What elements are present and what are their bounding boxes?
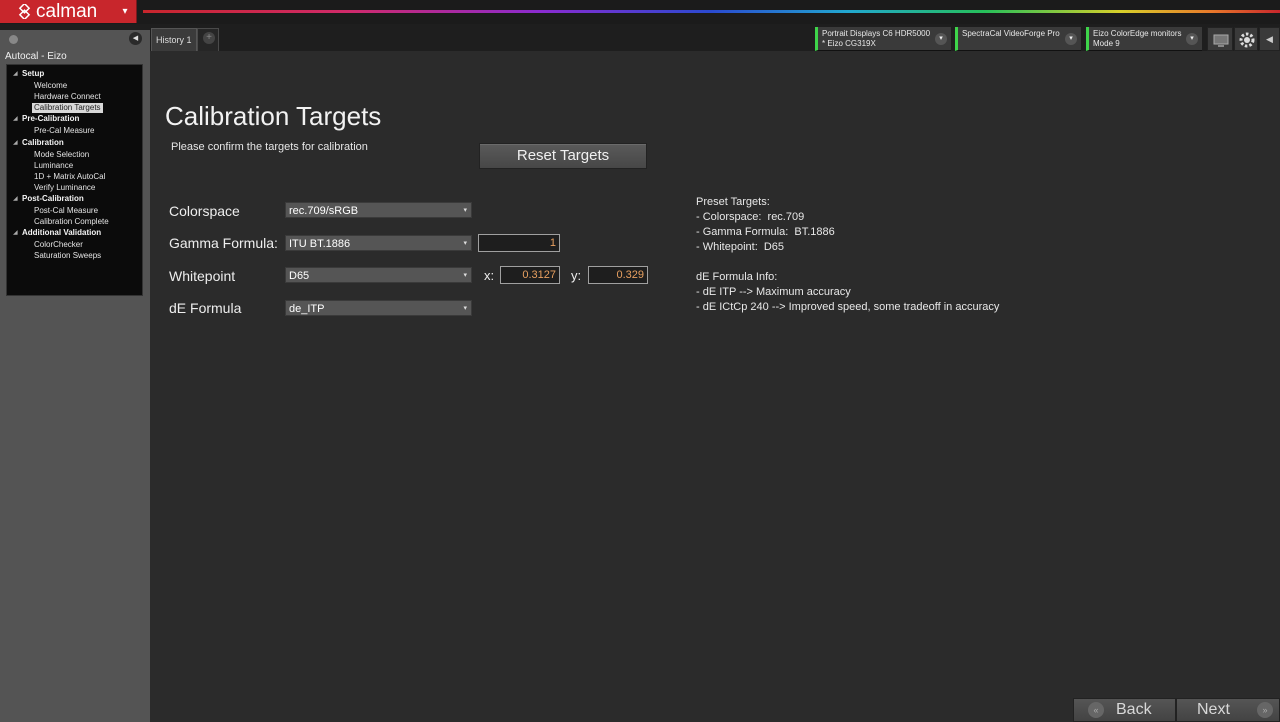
info-line: - Whitepoint: D65 [696,241,785,253]
expand-arrow-icon[interactable]: ◢ [13,114,18,124]
workflow-item-calibration-targets[interactable]: Calibration Targets [32,103,103,113]
info-line-blank [696,255,999,270]
device-display-name: Eizo ColorEdge monitors [1093,29,1182,38]
workflow-group-post-calibration[interactable]: Post-Calibration [22,194,84,204]
workflow-item-mode-selection[interactable]: Mode Selection [32,150,91,160]
back-label: Back [1116,701,1152,718]
workflow-item-pre-cal-measure[interactable]: Pre-Cal Measure [32,126,96,136]
collapse-panel-button[interactable]: ◀ [1259,27,1280,51]
workflow-group-calibration[interactable]: Calibration [22,138,64,148]
device-display-mode: Mode 9 [1093,39,1120,48]
plus-icon: + [203,32,215,44]
chevron-down-icon[interactable]: ▾ [935,33,947,45]
sidebar-toolbar: ◀ [0,30,150,48]
de-formula-label: dE Formula [169,300,242,316]
calman-logo-text: calman [36,1,98,22]
calman-diamond-icon [18,4,31,19]
info-line: - dE ICtCp 240 --> Improved speed, some … [696,301,1000,313]
settings-button[interactable] [1234,27,1258,51]
colorspace-value: rec.709/sRGB [289,205,359,217]
gear-icon [1239,32,1255,48]
workflow-item-welcome[interactable]: Welcome [32,81,69,91]
monitor-button[interactable] [1207,27,1233,51]
tab-history-1[interactable]: History 1 [151,28,197,51]
chevron-down-icon: ▾ [463,240,467,247]
workflow-tree: ◢ Setup Welcome Hardware Connect Calibra… [6,64,143,296]
info-line: - Gamma Formula: BT.1886 [696,226,835,238]
expand-arrow-icon[interactable]: ◢ [13,194,18,204]
main-content: Calibration Targets Please confirm the t… [150,51,1280,722]
page-subtitle: Please confirm the targets for calibrati… [171,141,368,153]
next-label: Next [1197,701,1230,718]
calman-menu-button[interactable]: calman ▾ [0,0,137,23]
workflow-sidebar: ◀ Autocal - Eizo ◢ Setup Welcome Hardwar… [0,30,150,722]
info-line: dE Formula Info: [696,271,778,283]
info-line: - Colorspace: rec.709 [696,211,805,223]
preset-targets-info: Preset Targets: - Colorspace: rec.709 - Ga… [696,195,999,315]
workflow-item-colorchecker[interactable]: ColorChecker [32,240,85,250]
info-line: Preset Targets: [696,196,770,208]
de-formula-value: de_ITP [289,303,325,315]
next-button[interactable]: Next » [1176,698,1280,722]
pin-icon[interactable] [9,35,18,44]
whitepoint-y-label: y: [571,268,582,283]
device-meter-target: * Eizo CG319X [822,39,876,48]
expand-arrow-icon[interactable]: ◢ [13,69,18,79]
workflow-item-calibration-complete[interactable]: Calibration Complete [32,217,111,227]
whitepoint-value: D65 [289,270,310,282]
whitepoint-label: Whitepoint [169,268,236,284]
colorspace-label: Colorspace [169,203,240,219]
tab-strip: History 1 + Portrait Displays C6 HDR5000… [0,24,1280,51]
calman-window: calman ▾ History 1 + Portrait Displays C… [0,0,1280,722]
whitepoint-y-input[interactable]: 0.329 [588,266,648,284]
monitor-icon [1213,34,1229,47]
workflow-item-saturation-sweeps[interactable]: Saturation Sweeps [32,251,103,261]
whitepoint-x-label: x: [484,268,495,283]
expand-arrow-icon[interactable]: ◢ [13,138,18,148]
chevron-down-icon: ▾ [463,207,467,214]
whitepoint-select[interactable]: D65 ▾ [285,267,472,283]
info-line: - dE ITP --> Maximum accuracy [696,286,851,298]
workflow-item-hardware-connect[interactable]: Hardware Connect [32,92,103,102]
device-meter[interactable]: Portrait Displays C6 HDR5000 * Eizo CG31… [815,27,951,51]
device-display[interactable]: Eizo ColorEdge monitors Mode 9 ▾ [1086,27,1202,51]
workflow-group-pre-calibration[interactable]: Pre-Calibration [22,114,79,124]
expand-arrow-icon[interactable]: ◢ [13,228,18,238]
workflow-item-post-cal-measure[interactable]: Post-Cal Measure [32,206,100,216]
chevron-down-icon: ▾ [463,305,467,312]
workflow-item-matrix-autocal[interactable]: 1D + Matrix AutoCal [32,172,107,182]
chevron-left-icon: ◀ [1266,34,1273,44]
colorspace-select[interactable]: rec.709/sRGB ▾ [285,202,472,218]
workflow-title: Autocal - Eizo [5,51,67,62]
workflow-group-additional-validation[interactable]: Additional Validation [22,228,101,238]
gamma-formula-select[interactable]: ITU BT.1886 ▾ [285,235,472,251]
workflow-item-verify-luminance[interactable]: Verify Luminance [32,183,97,193]
reset-targets-button[interactable]: Reset Targets [479,143,647,169]
gamma-value-input[interactable]: 1 [478,234,560,252]
back-arrow-icon: « [1088,702,1104,718]
rainbow-accent-bar [143,10,1280,13]
next-arrow-icon: » [1257,702,1273,718]
workflow-item-luminance[interactable]: Luminance [32,161,75,171]
chevron-down-icon[interactable]: ▾ [1065,33,1077,45]
title-bar: calman ▾ [0,0,1280,24]
device-pattern-generator[interactable]: SpectraCal VideoForge Pro ▾ [955,27,1081,51]
gamma-formula-label: Gamma Formula: [169,235,278,251]
device-pattern-generator-name: SpectraCal VideoForge Pro [962,29,1060,38]
de-formula-select[interactable]: de_ITP ▾ [285,300,472,316]
add-tab-button[interactable]: + [197,28,219,51]
chevron-down-icon[interactable]: ▾ [1186,33,1198,45]
workflow-group-setup[interactable]: Setup [22,69,44,79]
chevron-down-icon: ▾ [122,6,128,17]
page-title: Calibration Targets [165,101,382,131]
device-meter-name: Portrait Displays C6 HDR5000 [822,29,931,38]
gamma-formula-value: ITU BT.1886 [289,238,351,250]
sidebar-collapse-button[interactable]: ◀ [129,32,142,45]
whitepoint-x-input[interactable]: 0.3127 [500,266,560,284]
chevron-down-icon: ▾ [463,272,467,279]
back-button[interactable]: « Back [1073,698,1176,722]
